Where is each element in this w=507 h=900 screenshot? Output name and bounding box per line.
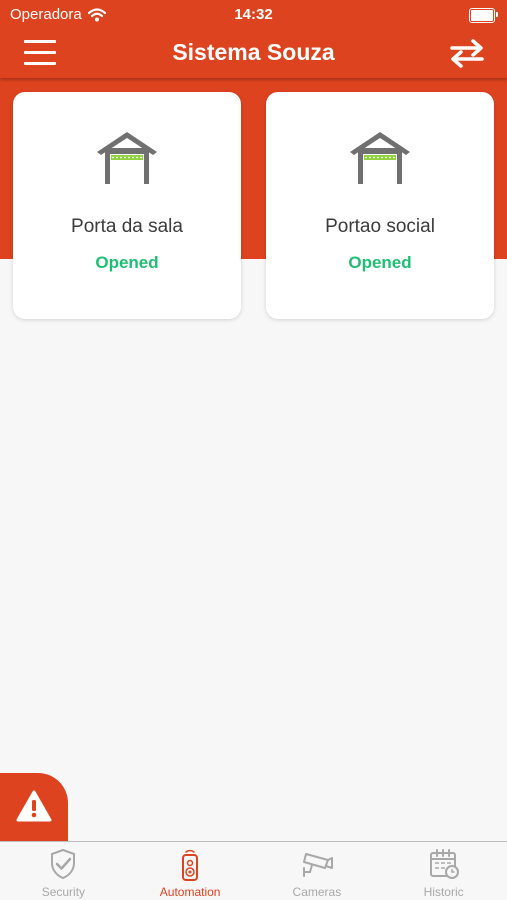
navigation-bar: Sistema Souza — [0, 28, 507, 78]
tab-cameras[interactable]: Cameras — [254, 842, 381, 900]
tab-label: Security — [41, 885, 86, 899]
status-time: 14:32 — [234, 6, 273, 23]
garage-icon — [97, 132, 157, 184]
tab-bar: Security Automation Cameras Historic — [0, 841, 507, 900]
device-status: Opened — [95, 253, 159, 272]
warning-icon — [16, 790, 52, 822]
shield-check-icon — [51, 848, 76, 880]
status-bar: Operadora 14:32 — [0, 0, 507, 28]
tab-security[interactable]: Security — [0, 842, 127, 900]
device-card-porta-da-sala[interactable]: Porta da sala Opened — [13, 92, 241, 319]
device-name: Portao social — [325, 216, 435, 237]
tab-label: Automation — [159, 885, 221, 899]
calendar-icon — [429, 849, 459, 879]
security-camera-icon — [302, 853, 333, 877]
device-name: Porta da sala — [71, 216, 183, 237]
tab-automation[interactable]: Automation — [127, 842, 254, 900]
device-card-portao-social[interactable]: Portao social Opened — [266, 92, 494, 319]
tab-label: Cameras — [292, 885, 342, 899]
tab-label: Historic — [423, 885, 464, 899]
swap-arrows-icon[interactable] — [449, 38, 485, 68]
alert-button[interactable] — [0, 773, 68, 841]
page-title: Sistema Souza — [172, 39, 335, 65]
remote-control-icon — [182, 849, 199, 881]
garage-icon — [350, 132, 410, 184]
battery-icon — [469, 8, 498, 23]
device-status: Opened — [348, 253, 412, 272]
tab-historic[interactable]: Historic — [380, 842, 507, 900]
